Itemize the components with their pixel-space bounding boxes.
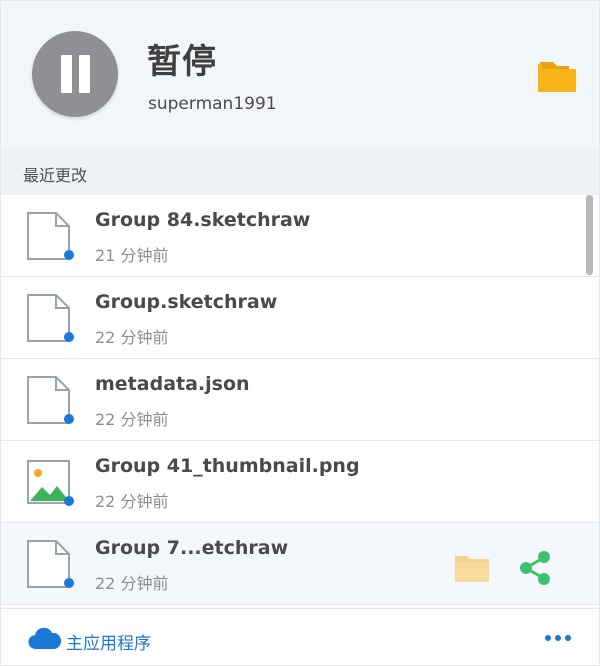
share-icon[interactable] (517, 550, 553, 586)
pause-button[interactable] (32, 31, 118, 117)
image-icon (27, 460, 74, 506)
main-application-label: 主应用程序 (66, 634, 151, 654)
footer-bar: 主应用程序 (1, 608, 599, 665)
file-time: 22 分钟前 (95, 328, 169, 347)
file-time: 22 分钟前 (95, 410, 169, 429)
document-icon (27, 294, 74, 342)
list-item[interactable]: Group 7...etchraw 22 分钟前 (1, 523, 599, 605)
file-name: Group.sketchraw (95, 291, 278, 313)
more-icon[interactable] (541, 631, 575, 647)
pause-icon (61, 55, 72, 93)
list-item[interactable]: metadata.json 22 分钟前 (1, 359, 599, 441)
list-item[interactable]: Group 84.sketchraw 21 分钟前 (1, 195, 599, 277)
list-item[interactable]: Group 41_thumbnail.png 22 分钟前 (1, 441, 599, 523)
username: superman1991 (148, 94, 277, 114)
file-name: Group 41_thumbnail.png (95, 455, 360, 477)
document-icon (27, 376, 74, 424)
recent-files-list: Group 84.sketchraw 21 分钟前 Group.sketchra… (1, 195, 599, 608)
recent-changes-header: 最近更改 (1, 149, 599, 195)
document-icon (27, 212, 74, 260)
list-item[interactable]: Group.sketchraw 22 分钟前 (1, 277, 599, 359)
file-name: metadata.json (95, 373, 250, 395)
file-name: Group 84.sketchraw (95, 209, 311, 231)
file-time: 21 分钟前 (95, 246, 169, 265)
status-title: 暂停 (147, 42, 217, 82)
cloud-station-panel: 暂停 superman1991 最近更改 Group 84.sketchraw … (0, 0, 600, 666)
file-time: 22 分钟前 (95, 574, 169, 593)
folder-icon[interactable] (538, 58, 578, 92)
status-header: 暂停 superman1991 (1, 1, 599, 149)
file-name: Group 7...etchraw (95, 537, 289, 559)
file-time: 22 分钟前 (95, 492, 169, 511)
document-icon (27, 540, 74, 588)
section-label: 最近更改 (23, 166, 88, 185)
cloud-icon (28, 627, 62, 650)
open-folder-icon[interactable] (454, 553, 490, 583)
list-scrollbar[interactable] (586, 195, 593, 275)
